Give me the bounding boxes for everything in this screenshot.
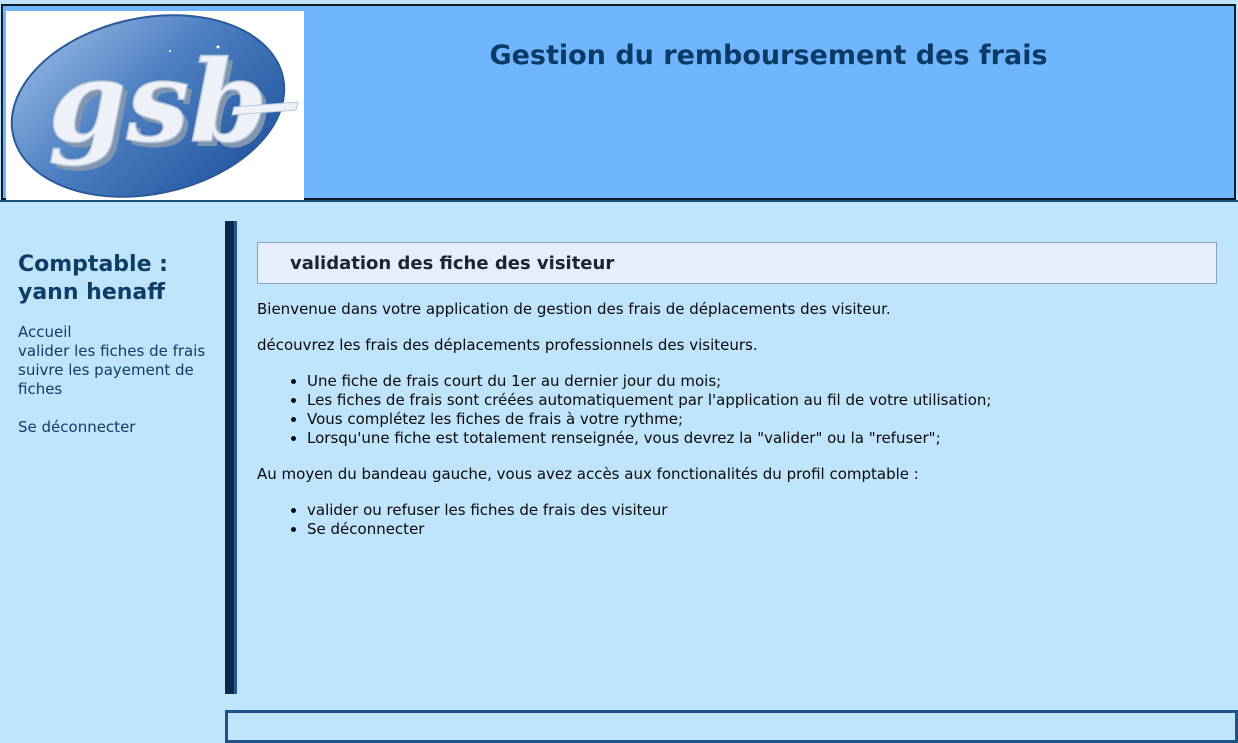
- logout-item: Se déconnecter: [18, 418, 208, 437]
- header-divider: [0, 200, 1238, 202]
- sidebar-link-accueil[interactable]: Accueil: [18, 323, 72, 341]
- sidebar-item-accueil: Accueil: [18, 323, 208, 342]
- user-info: Comptable : yann henaff: [18, 251, 208, 307]
- logo-lettering: gsb: [48, 37, 268, 168]
- sidebar-item-valider: valider les fiches de frais: [18, 342, 208, 361]
- gsb-logo: gsb gsb: [6, 11, 304, 201]
- main-content: validation des fiche des visiteur Bienve…: [257, 242, 1217, 556]
- intro-welcome: Bienvenue dans votre application de gest…: [257, 300, 891, 318]
- list-item: Lorsqu'une fiche est totalement renseign…: [307, 429, 1217, 448]
- user-role: Comptable :: [18, 252, 168, 277]
- sidebar-link-suivre-payement[interactable]: suivre les payement de fiches: [18, 361, 194, 398]
- sidebar: Comptable : yann henaff Accueil valider …: [18, 251, 208, 437]
- sidebar-menu: Accueil valider les fiches de frais suiv…: [18, 323, 208, 399]
- sidebar-link-valider-fiches[interactable]: valider les fiches de frais: [18, 342, 205, 360]
- list-item: Une fiche de frais court du 1er au derni…: [307, 372, 1217, 391]
- rules-list: Une fiche de frais court du 1er au derni…: [257, 372, 1217, 448]
- content-left-bar: [225, 221, 237, 694]
- list-item: valider ou refuser les fiches de frais d…: [307, 501, 1217, 520]
- intro-discover: découvrez les frais des déplacements pro…: [257, 336, 758, 354]
- content-title: validation des fiche des visiteur: [257, 242, 1217, 284]
- page: gsb gsb Gestion du remboursement des fra…: [0, 0, 1238, 743]
- features-list: valider ou refuser les fiches de frais d…: [257, 501, 1217, 539]
- footer-box: [225, 710, 1238, 743]
- app-title: Gestion du remboursement des frais: [489, 40, 1048, 71]
- intro-sidebar-help: Au moyen du bandeau gauche, vous avez ac…: [257, 465, 919, 483]
- logout-link[interactable]: Se déconnecter: [18, 418, 135, 436]
- list-item: Les fiches de frais sont créées automati…: [307, 391, 1217, 410]
- list-item: Se déconnecter: [307, 520, 1217, 539]
- sidebar-item-suivre: suivre les payement de fiches: [18, 361, 208, 399]
- list-item: Vous complétez les fiches de frais à vot…: [307, 410, 1217, 429]
- user-name: yann henaff: [18, 280, 166, 305]
- header-banner: gsb gsb Gestion du remboursement des fra…: [1, 4, 1236, 201]
